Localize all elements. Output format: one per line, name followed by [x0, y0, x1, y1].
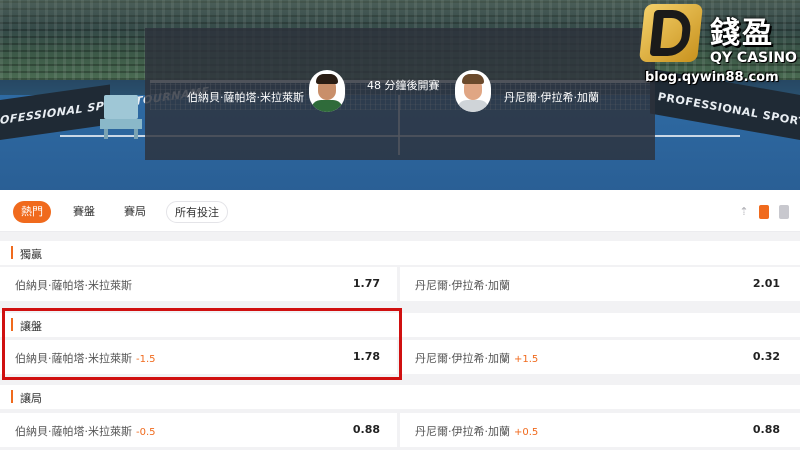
selection-name: 伯納貝·薩帕塔·米拉萊斯 -0.5: [15, 425, 156, 438]
odds-cell-player-b[interactable]: 丹尼爾·伊拉希·加蘭 2.01: [400, 267, 800, 301]
market-title: 讓盤: [20, 320, 42, 333]
layout-single-icon[interactable]: [759, 205, 769, 219]
sort-icon[interactable]: ⇡: [737, 205, 751, 219]
market-header-moneyline: 獨贏: [0, 241, 800, 265]
match-start-countdown: 48 分鐘後開賽: [367, 79, 440, 92]
handicap-value: -0.5: [136, 427, 156, 438]
odds-cell-player-a[interactable]: 伯納貝·薩帕塔·米拉萊斯 -0.5 0.88: [0, 413, 397, 447]
bench-icon: [100, 95, 142, 139]
odds-value: 0.88: [752, 423, 780, 436]
odds-cell-player-a[interactable]: 伯納貝·薩帕塔·米拉萊斯 -1.5 1.78: [0, 340, 397, 374]
player-a-name: 伯納貝·薩帕塔·米拉萊斯: [187, 91, 304, 104]
odds-value: 2.01: [752, 277, 780, 290]
odds-row: 伯納貝·薩帕塔·米拉萊斯 -0.5 0.88 丹尼爾·伊拉希·加蘭 +0.5 0.8…: [0, 413, 800, 447]
selection-name: 丹尼爾·伊拉希·加蘭 +1.5: [415, 352, 539, 365]
odds-value: 0.88: [352, 423, 380, 436]
odds-value: 1.77: [352, 277, 380, 290]
selection-name: 伯納貝·薩帕塔·米拉萊斯 -1.5: [15, 352, 156, 365]
odds-cell-player-b[interactable]: 丹尼爾·伊拉希·加蘭 +0.5 0.88: [400, 413, 800, 447]
odds-row: 伯納貝·薩帕塔·米拉萊斯 1.77 丹尼爾·伊拉希·加蘭 2.01: [0, 267, 800, 301]
market-title: 獨贏: [20, 248, 42, 261]
tab-all-bets[interactable]: 所有投注: [166, 201, 228, 223]
odds-value: 0.32: [752, 350, 780, 363]
watermark-url: blog.qywin88.com: [645, 70, 779, 85]
market-header-set-handicap: 讓盤: [0, 313, 800, 337]
tab-match[interactable]: 賽盤: [65, 201, 103, 223]
player-a-avatar: [309, 70, 345, 112]
logo-title: 錢盈: [710, 16, 774, 51]
selection-name: 伯納貝·薩帕塔·米拉萊斯: [15, 279, 132, 292]
odds-value: 1.78: [352, 350, 380, 363]
layout-double-icon[interactable]: [779, 205, 789, 219]
player-b-avatar: [455, 70, 491, 112]
logo-mark-icon: [638, 4, 704, 62]
odds-row: 伯納貝·薩帕塔·米拉萊斯 -1.5 1.78 丹尼爾·伊拉希·加蘭 +1.5 0.3…: [0, 340, 800, 374]
tab-sets[interactable]: 賽局: [116, 201, 154, 223]
odds-cell-player-b[interactable]: 丹尼爾·伊拉希·加蘭 +1.5 0.32: [400, 340, 800, 374]
handicap-value: +1.5: [514, 354, 539, 365]
selection-name: 丹尼爾·伊拉希·加蘭 +0.5: [415, 425, 539, 438]
selection-name: 丹尼爾·伊拉希·加蘭: [415, 279, 510, 292]
handicap-value: +0.5: [514, 427, 539, 438]
handicap-value: -1.5: [136, 354, 156, 365]
logo-subtitle: QY CASINO: [710, 50, 797, 66]
market-title: 讓局: [20, 392, 42, 405]
tab-popular[interactable]: 熱門: [13, 201, 51, 223]
market-header-game-handicap: 讓局: [0, 385, 800, 409]
odds-cell-player-a[interactable]: 伯納貝·薩帕塔·米拉萊斯 1.77: [0, 267, 397, 301]
player-b-name: 丹尼爾·伊拉希·加蘭: [504, 91, 599, 104]
